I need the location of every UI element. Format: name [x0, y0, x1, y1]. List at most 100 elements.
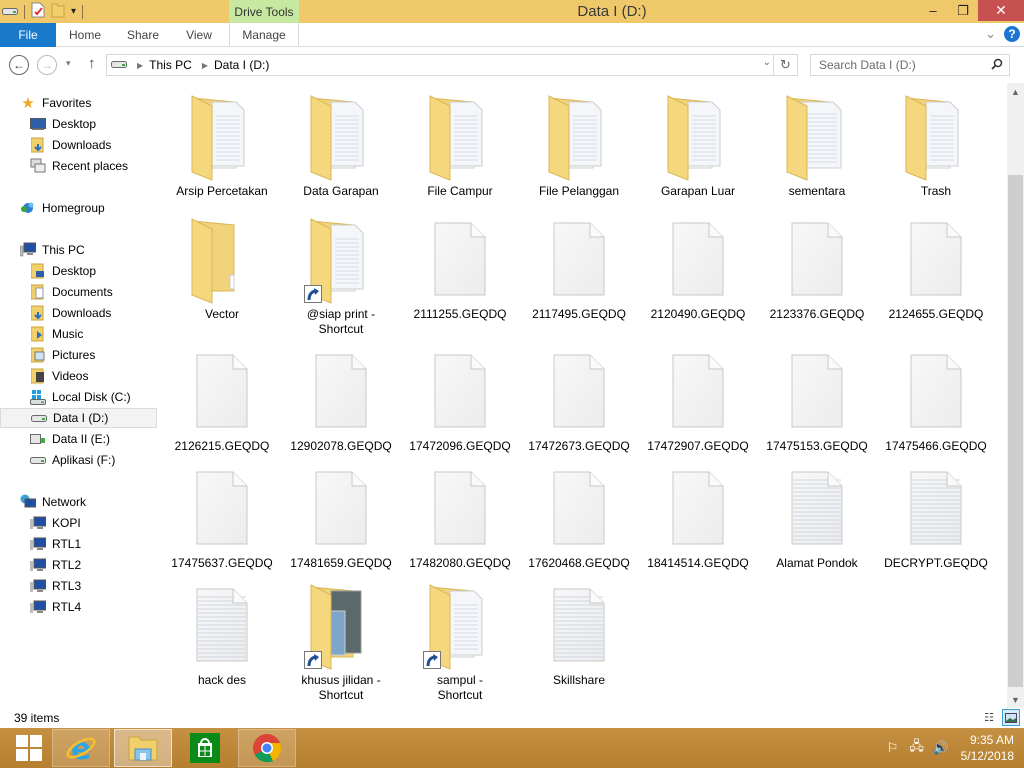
sidebar-item-pictures[interactable]: Pictures	[0, 345, 157, 365]
file-item[interactable]: 17472907.GEQDQ	[640, 343, 756, 454]
file-list-view[interactable]: Arsip Percetakan Data Garapan File Campur F…	[159, 81, 1007, 708]
folder-item[interactable]: Garapan Luar	[640, 88, 756, 199]
sidebar-item-homegroup[interactable]: Homegroup	[0, 198, 157, 218]
large-icons-view-button[interactable]	[1002, 709, 1020, 726]
sidebar-item-data-i-d[interactable]: Data I (D:)	[0, 408, 157, 428]
file-item[interactable]: 2117495.GEQDQ	[521, 211, 637, 322]
scroll-thumb[interactable]	[1008, 175, 1023, 687]
sidebar-item-documents[interactable]: Documents	[0, 282, 157, 302]
file-item[interactable]: 2126215.GEQDQ	[164, 343, 280, 454]
sidebar-item-downloads[interactable]: Downloads	[0, 303, 157, 323]
sidebar-item-rtl1[interactable]: RTL1	[0, 534, 157, 554]
file-item[interactable]: DECRYPT.GEQDQ	[878, 460, 994, 571]
minimize-button[interactable]: –	[918, 0, 948, 21]
sidebar-item-desktop[interactable]: Desktop	[0, 261, 157, 281]
shortcut-item[interactable]: khusus jilidan - Shortcut	[283, 577, 399, 703]
file-item[interactable]: hack des	[164, 577, 280, 688]
sidebar-item-music[interactable]: Music	[0, 324, 157, 344]
sidebar-item-local-disk-c[interactable]: Local Disk (C:)	[0, 387, 157, 407]
file-item[interactable]: 2123376.GEQDQ	[759, 211, 875, 322]
sidebar-item-videos[interactable]: Videos	[0, 366, 157, 386]
sidebar-item-kopi[interactable]: KOPI	[0, 513, 157, 533]
action-center-flag-icon[interactable]: ⚐	[881, 740, 905, 756]
customize-dropdown-icon[interactable]: ▾	[71, 6, 76, 17]
tab-share[interactable]: Share	[120, 23, 166, 47]
folder-item[interactable]: Data Garapan	[283, 88, 399, 199]
taskbar-store[interactable]	[176, 729, 234, 767]
shortcut-item[interactable]: sampul - Shortcut	[402, 577, 518, 703]
taskbar-chrome[interactable]	[238, 729, 296, 767]
file-item[interactable]: 17475153.GEQDQ	[759, 343, 875, 454]
volume-icon[interactable]: 🔊	[929, 740, 953, 756]
sidebar-item-recent-places[interactable]: Recent places	[0, 156, 157, 176]
file-item[interactable]: 12902078.GEQDQ	[283, 343, 399, 454]
file-item[interactable]: Skillshare	[521, 577, 637, 688]
search-icon[interactable]	[991, 58, 1003, 73]
sidebar-item-rtl2[interactable]: RTL2	[0, 555, 157, 575]
address-dropdown-icon[interactable]: ⌄	[763, 57, 771, 68]
tab-file[interactable]: File	[0, 23, 56, 47]
maximize-button[interactable]: ❐	[948, 0, 978, 21]
file-item[interactable]: 18414514.GEQDQ	[640, 460, 756, 571]
taskbar-internet-explorer[interactable]: e	[52, 729, 110, 767]
refresh-button[interactable]: ↻	[773, 55, 797, 75]
shortcut-arrow-icon	[304, 651, 322, 672]
file-item[interactable]: 17482080.GEQDQ	[402, 460, 518, 571]
folder-item[interactable]: Trash	[878, 88, 994, 199]
breadcrumb-separator[interactable]: ▶	[202, 61, 208, 70]
start-button[interactable]	[0, 729, 58, 767]
sidebar-item-desktop[interactable]: Desktop	[0, 114, 157, 134]
properties-icon[interactable]	[31, 2, 45, 21]
videos-folder-icon	[30, 368, 46, 384]
file-item[interactable]: 17481659.GEQDQ	[283, 460, 399, 571]
folder-item[interactable]: Arsip Percetakan	[164, 88, 280, 199]
close-button[interactable]: ✕	[978, 0, 1024, 21]
scroll-down-button[interactable]: ▼	[1007, 691, 1024, 708]
sidebar-item-rtl3[interactable]: RTL3	[0, 576, 157, 596]
sidebar-item-downloads[interactable]: Downloads	[0, 135, 157, 155]
file-item[interactable]: 17472096.GEQDQ	[402, 343, 518, 454]
breadcrumb-data-i[interactable]: Data I (D:)	[214, 58, 269, 72]
file-item[interactable]: 17472673.GEQDQ	[521, 343, 637, 454]
new-folder-icon[interactable]	[51, 2, 65, 21]
large-icons-icon	[1005, 712, 1017, 723]
file-item[interactable]: 2124655.GEQDQ	[878, 211, 994, 322]
file-item[interactable]: 2111255.GEQDQ	[402, 211, 518, 322]
scroll-up-button[interactable]: ▲	[1007, 83, 1024, 100]
expand-ribbon-icon[interactable]: ⌄	[985, 26, 996, 42]
taskbar-file-explorer[interactable]	[114, 729, 172, 767]
file-item[interactable]: 17475637.GEQDQ	[164, 460, 280, 571]
details-view-button[interactable]: ☷	[980, 709, 998, 726]
clock[interactable]: 9:35 AM 5/12/2018	[953, 732, 1024, 764]
shortcut-item[interactable]: @siap print - Shortcut	[283, 211, 399, 337]
folder-item[interactable]: File Campur	[402, 88, 518, 199]
folder-item[interactable]: sementara	[759, 88, 875, 199]
breadcrumb-separator[interactable]: ▶	[137, 61, 143, 70]
sidebar-item-data-ii-e[interactable]: Data II (E:)	[0, 429, 157, 449]
sidebar-item-aplikasi-f[interactable]: Aplikasi (F:)	[0, 450, 157, 470]
network-icon[interactable]: 🖧	[905, 737, 929, 759]
tab-manage[interactable]: Manage	[229, 23, 299, 47]
file-item[interactable]: 2120490.GEQDQ	[640, 211, 756, 322]
search-input[interactable]: Search Data I (D:)	[810, 54, 1010, 76]
file-item[interactable]: Alamat Pondok	[759, 460, 875, 571]
folder-item[interactable]: File Pelanggan	[521, 88, 637, 199]
address-bar[interactable]: ▶ This PC ▶ Data I (D:) ⌄ ↻	[106, 54, 798, 76]
breadcrumb-this-pc[interactable]: This PC	[149, 58, 192, 72]
recent-locations-button[interactable]: ▾	[66, 58, 71, 69]
vertical-scrollbar[interactable]: ▲ ▼	[1007, 83, 1024, 708]
folder-item[interactable]: Vector	[164, 211, 280, 322]
drive-icon[interactable]	[2, 5, 18, 19]
file-item[interactable]: 17475466.GEQDQ	[878, 343, 994, 454]
up-button[interactable]: ↑	[88, 55, 96, 72]
back-button[interactable]: ←	[9, 55, 29, 75]
forward-button[interactable]: →	[37, 55, 57, 75]
tab-home[interactable]: Home	[62, 23, 108, 47]
tab-view[interactable]: View	[178, 23, 220, 47]
help-icon[interactable]: ?	[1004, 26, 1020, 42]
sidebar-item-this-pc[interactable]: This PC	[0, 240, 157, 260]
sidebar-item-rtl4[interactable]: RTL4	[0, 597, 157, 617]
sidebar-item-favorites[interactable]: ★ Favorites	[0, 93, 157, 113]
sidebar-item-network[interactable]: Network	[0, 492, 157, 512]
file-item[interactable]: 17620468.GEQDQ	[521, 460, 637, 571]
